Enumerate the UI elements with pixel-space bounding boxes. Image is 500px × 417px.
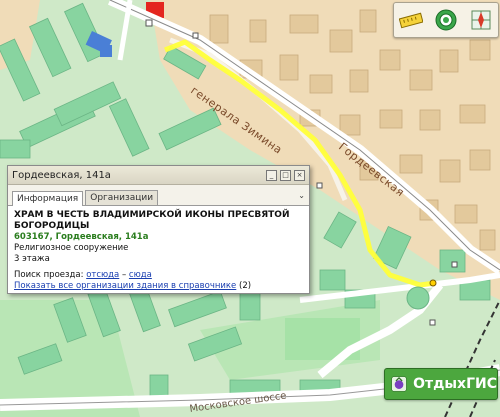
organization-floors: 3 этажа [14,254,50,264]
window-controls: _ □ × [266,169,305,181]
show-all-orgs-link[interactable]: Показать все организации здания в справо… [14,281,236,291]
tab-organizations[interactable]: Организации [85,190,159,205]
popup-title: Гордеевская, 141а [12,169,111,181]
ruler-icon[interactable] [398,7,424,33]
show-all-count: (2) [239,281,252,291]
route-from-link[interactable]: отсюда [86,270,119,280]
tab-info[interactable]: Информация [12,191,84,206]
route-search-row: Поиск проезда: отсюда – сюда [14,270,303,281]
otdyhgis-button[interactable]: ОтдыхГИС [384,368,498,400]
otdyhgis-logo-icon [391,376,407,392]
organization-type: Религиозное сооружение [14,243,129,253]
organization-address: 603167, Гордеевская, 141а [14,232,149,242]
maximize-icon[interactable]: □ [280,169,291,181]
otdyhgis-label: ОтдыхГИС [413,376,497,392]
location-target-icon[interactable] [433,7,459,33]
popup-body: ХРАМ В ЧЕСТЬ ВЛАДИМИРСКОЙ ИКОНЫ ПРЕСВЯТО… [8,206,309,292]
route-search-label: Поиск проезда: [14,270,84,280]
map-toolbar [393,2,499,38]
close-icon[interactable]: × [294,169,305,181]
route-to-link[interactable]: сюда [129,270,152,280]
popup-tabs: Информация Организации ⌄ [8,185,309,206]
organization-name: ХРАМ В ЧЕСТЬ ВЛАДИМИРСКОЙ ИКОНЫ ПРЕСВЯТО… [14,210,290,231]
minimize-icon[interactable]: _ [266,169,277,181]
popup-titlebar[interactable]: Гордеевская, 141а _ □ × [8,166,309,185]
info-popup: Гордеевская, 141а _ □ × Информация Орган… [7,165,310,294]
route-dash: – [121,270,127,280]
compass-icon[interactable] [468,7,494,33]
show-all-row: Показать все организации здания в справо… [14,281,303,292]
chevron-down-icon[interactable]: ⌄ [298,191,305,200]
